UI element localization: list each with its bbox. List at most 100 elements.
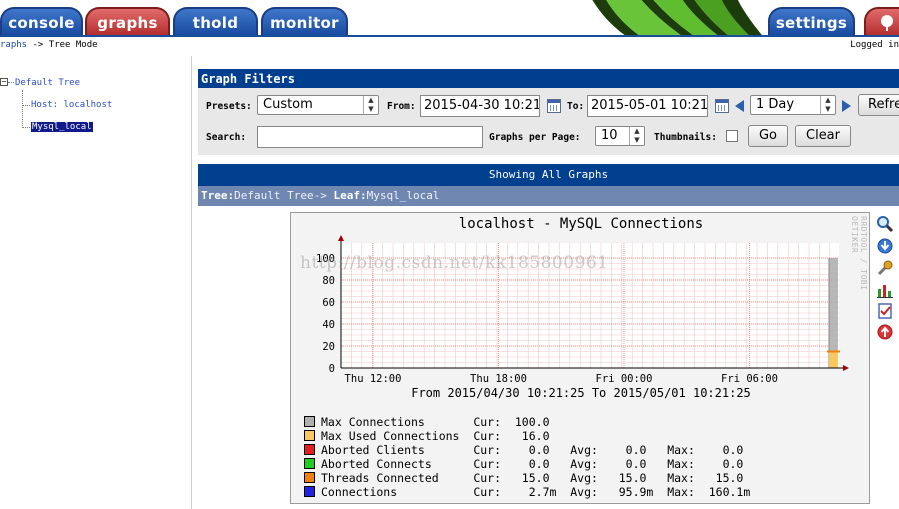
breadcrumb-separator: ->: [27, 40, 49, 50]
shift-left-icon[interactable]: [735, 100, 744, 112]
refresh-button[interactable]: Refre: [858, 94, 899, 116]
x-axis-arrow: [843, 365, 849, 371]
legend-swatch: [304, 444, 315, 455]
breadcrumb-graphs-link[interactable]: raphs: [0, 40, 27, 50]
legend-name: Aborted Connects: [321, 457, 474, 471]
max-used-connections-area: [829, 350, 838, 368]
legend-name: Max Used Connections: [321, 429, 474, 443]
up-arrow-icon[interactable]: [876, 323, 894, 341]
tab-thold[interactable]: thold: [173, 7, 258, 35]
calendar-icon[interactable]: [547, 99, 561, 113]
graph-time-range: From 2015/04/30 10:21:25 To 2015/05/01 1…: [411, 386, 751, 400]
cacti-logo-stripes: [592, 0, 762, 35]
legend-values: Cur: 16.0: [473, 429, 550, 443]
properties-icon[interactable]: [876, 302, 894, 320]
legend-values: Cur: 2.7m Avg: 95.9m Max: 160.1m: [473, 485, 751, 499]
tree-panel: [0, 56, 192, 509]
graph-filters-header: Graph Filters: [198, 69, 899, 88]
tab-console[interactable]: console: [0, 7, 83, 35]
tree-host[interactable]: Host: localhost: [31, 100, 112, 110]
presets-value: Custom: [263, 97, 313, 112]
zoom-icon[interactable]: [876, 215, 894, 233]
legend-name: Connections: [321, 485, 474, 499]
search-input[interactable]: [257, 126, 483, 148]
y-tick-label: 20: [322, 341, 335, 353]
legend-row: Threads Connected Cur: 15.0 Avg: 15.0 Ma…: [304, 471, 743, 485]
graphs-per-page-label: Graphs per Page:: [489, 132, 581, 143]
tab-settings[interactable]: settings: [768, 7, 855, 35]
tree-root-label: Default Tree: [15, 78, 81, 88]
tree-root[interactable]: Default Tree: [15, 78, 80, 88]
thumbnails-label: Thumbnails:: [654, 132, 717, 143]
y-axis-arrow: [338, 235, 344, 241]
chevron-updown-icon: ▲ ▼: [629, 127, 644, 145]
chevron-updown-icon: ▲ ▼: [363, 96, 378, 114]
timespan-value: 1 Day: [756, 97, 795, 112]
tab-tree-view[interactable]: [864, 7, 899, 35]
shift-right-icon[interactable]: [842, 100, 851, 112]
logged-in-text: Logged in: [850, 40, 899, 50]
breadcrumb-current: Tree Mode: [48, 40, 98, 50]
showing-all-graphs-bar: Showing All Graphs: [198, 164, 899, 186]
bar-chart-icon[interactable]: [876, 281, 894, 299]
watermark: http://blog.csdn.net/kk185800961: [300, 253, 609, 273]
presets-label: Presets:: [206, 101, 252, 112]
tree-value: Default Tree->: [234, 189, 327, 202]
tree-label: Tree:: [201, 189, 235, 202]
legend-swatch: [304, 416, 315, 427]
search-label: Search:: [206, 132, 247, 143]
legend-values: Cur: 0.0 Avg: 0.0 Max: 0.0: [473, 457, 744, 471]
legend-name: Aborted Clients: [321, 443, 474, 457]
graphs-per-page-select[interactable]: 10 ▲ ▼: [595, 126, 645, 146]
legend-swatch: [304, 486, 315, 497]
legend-row: Aborted Clients Cur: 0.0 Avg: 0.0 Max: 0…: [304, 443, 743, 457]
tab-monitor[interactable]: monitor: [261, 7, 348, 35]
presets-select[interactable]: Custom ▲ ▼: [257, 95, 379, 115]
tree-host-label: Host: localhost: [31, 100, 113, 110]
y-tick-label: 80: [322, 275, 335, 287]
calendar-icon[interactable]: [715, 99, 729, 113]
chevron-updown-icon: ▲ ▼: [820, 96, 835, 114]
legend-row: Max Connections Cur: 100.0: [304, 415, 550, 429]
x-tick-label: Thu 18:00: [470, 373, 527, 383]
legend-swatch: [304, 472, 315, 483]
legend-values: Cur: 0.0 Avg: 0.0 Max: 0.0: [473, 443, 744, 457]
leaf-label: Leaf:: [333, 189, 367, 202]
graphs-per-page-value: 10: [601, 128, 618, 143]
legend-row: Aborted Connects Cur: 0.0 Avg: 0.0 Max: …: [304, 457, 743, 471]
tab-graphs[interactable]: graphs: [85, 7, 170, 35]
tree-leaf[interactable]: Mysql_local: [31, 122, 93, 132]
thumbnails-checkbox[interactable]: [726, 130, 738, 142]
wrench-icon[interactable]: [876, 259, 894, 277]
graph-filters-panel: Graph Filters Presets: Custom ▲ ▼ From: 2…: [198, 69, 899, 155]
go-button[interactable]: Go: [748, 125, 788, 147]
tree-leaf-label: Mysql_local: [31, 122, 93, 132]
y-tick-label: 0: [329, 363, 335, 375]
download-icon[interactable]: [876, 237, 894, 255]
to-date-input[interactable]: 2015-05-01 10:21: [587, 95, 708, 117]
to-label: To:: [567, 101, 585, 112]
legend-name: Max Connections: [321, 415, 474, 429]
legend-values: Cur: 15.0 Avg: 15.0 Max: 15.0: [473, 471, 744, 485]
x-tick-label: Fri 00:00: [596, 373, 653, 383]
x-tick-label: Thu 12:00: [345, 373, 402, 383]
tree-connector: [22, 90, 23, 128]
x-tick-label: Fri 06:00: [721, 373, 778, 383]
tree-connector: [22, 105, 30, 106]
breadcrumb: raphs -> Tree Mode: [0, 40, 98, 50]
leaf-value: Mysql_local: [366, 189, 440, 202]
legend-row: Connections Cur: 2.7m Avg: 95.9m Max: 16…: [304, 485, 750, 499]
tree-icon: [881, 15, 893, 31]
y-tick-label: 40: [322, 319, 335, 331]
tree-connector: [22, 127, 30, 128]
y-tick-label: 60: [322, 297, 335, 309]
timespan-select[interactable]: 1 Day ▲ ▼: [750, 95, 836, 115]
from-date-input[interactable]: 2015-04-30 10:21: [420, 95, 540, 117]
legend-row: Max Used Connections Cur: 16.0: [304, 429, 550, 443]
legend-values: Cur: 100.0: [473, 415, 550, 429]
top-navigation: console graphs thold monitor settings: [0, 0, 899, 37]
from-label: From:: [387, 101, 416, 112]
clear-button[interactable]: Clear: [795, 125, 851, 147]
tree-collapse-icon[interactable]: −: [0, 78, 8, 86]
graph-plot: 020406080100Thu 12:00 Thu 18:00 Fri 00:00 F…: [316, 235, 849, 383]
